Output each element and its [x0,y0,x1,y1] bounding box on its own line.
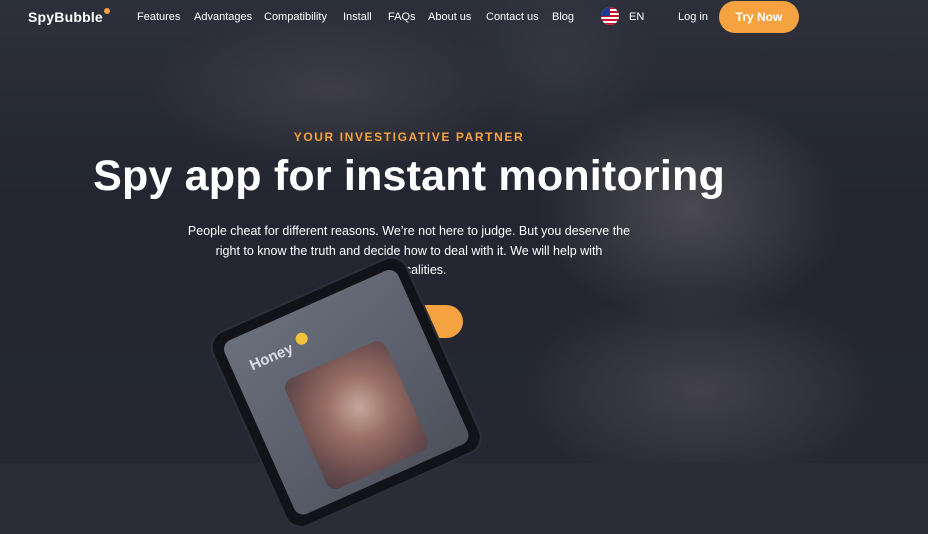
phone-chat-name: Honey [247,340,296,375]
nav-link-advantages[interactable]: Advantages [194,11,252,23]
logo-dot-icon [104,8,110,14]
try-now-header-button[interactable]: Try Now [719,1,799,33]
emoji-icon [293,330,310,347]
us-flag-icon[interactable] [601,7,619,25]
nav-link-about-us[interactable]: About us [428,11,471,23]
nav-link-contact-us[interactable]: Contact us [486,11,539,23]
nav-link-blog[interactable]: Blog [552,11,574,23]
nav-link-install[interactable]: Install [343,11,372,23]
nav-link-features[interactable]: Features [137,11,180,23]
phone-photo [281,337,432,493]
top-navigation: SpyBubble Features Advantages Compatibil… [0,0,928,34]
hero-headline: Spy app for instant monitoring [93,152,725,200]
nav-link-faqs[interactable]: FAQs [388,11,416,23]
logo-text[interactable]: SpyBubble [28,9,103,25]
nav-link-compatibility[interactable]: Compatibility [264,11,327,23]
language-selector[interactable]: EN [629,11,644,23]
hero-eyebrow: YOUR INVESTIGATIVE PARTNER [293,130,525,144]
login-link[interactable]: Log in [678,11,708,23]
